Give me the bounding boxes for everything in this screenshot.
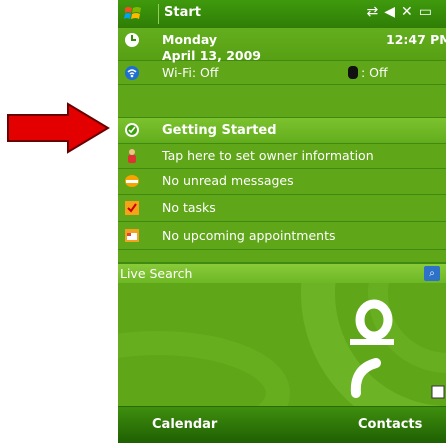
battery-icon[interactable]: ▭ — [419, 4, 438, 20]
spacer-row-2 — [118, 250, 446, 263]
messages-label[interactable]: No unread messages — [162, 173, 294, 188]
connectivity-icon[interactable]: ⇄ — [367, 4, 385, 20]
speaker-muted-icon[interactable]: ◀✕ — [384, 4, 419, 20]
search-icon[interactable]: ⌕ — [424, 266, 440, 281]
tasks-icon — [125, 201, 139, 215]
pocketpc-today-screen: Start ⇄◀✕▭ Monday April 13, 2009 12:47 P… — [118, 0, 446, 443]
windows-start-icon[interactable] — [124, 5, 142, 23]
time-label: 12:47 PM — [386, 32, 446, 47]
calendar-softkey[interactable]: Calendar — [152, 417, 217, 432]
contacts-softkey[interactable]: Contacts — [358, 417, 422, 432]
calendar-icon — [125, 229, 139, 242]
getting-started-label[interactable]: Getting Started — [162, 123, 277, 138]
background-art — [118, 283, 446, 406]
wifi-status[interactable]: Wi-Fi: Off — [162, 65, 218, 80]
bluetooth-status-label: : Off — [361, 65, 388, 80]
status-icons[interactable]: ⇄◀✕▭ — [367, 4, 438, 20]
bluetooth-status[interactable]: : Off — [348, 65, 388, 80]
title-bar: Start ⇄◀✕▭ — [118, 0, 446, 29]
live-search-bar[interactable]: Live Search ⌕ — [118, 263, 446, 284]
softkey-bar: Calendar Contacts — [118, 406, 446, 443]
owner-info-label[interactable]: Tap here to set owner information — [162, 148, 374, 163]
owner-info-item[interactable]: Tap here to set owner information — [118, 144, 446, 169]
date-time-row[interactable]: Monday April 13, 2009 12:47 PM — [118, 28, 446, 63]
getting-started-item[interactable]: Getting Started — [118, 118, 446, 144]
messages-item[interactable]: No unread messages — [118, 169, 446, 195]
bluetooth-icon — [348, 66, 358, 79]
clock-icon — [125, 33, 139, 47]
appointments-label[interactable]: No upcoming appointments — [162, 228, 336, 243]
wifi-icon — [125, 66, 139, 80]
live-search-label[interactable]: Live Search — [120, 266, 192, 281]
date-label: April 13, 2009 — [162, 48, 261, 63]
getting-started-icon — [125, 123, 139, 137]
tasks-label[interactable]: No tasks — [162, 200, 216, 215]
day-label: Monday — [162, 32, 218, 47]
spacer-row — [118, 85, 446, 118]
highlight-arrow-icon — [7, 102, 110, 154]
owner-icon — [128, 149, 136, 163]
tasks-item[interactable]: No tasks — [118, 195, 446, 222]
wireless-status-row[interactable]: Wi-Fi: Off : Off — [118, 62, 446, 85]
appointments-item[interactable]: No upcoming appointments — [118, 222, 446, 250]
start-menu-label[interactable]: Start — [164, 5, 201, 20]
messages-icon — [125, 175, 139, 187]
